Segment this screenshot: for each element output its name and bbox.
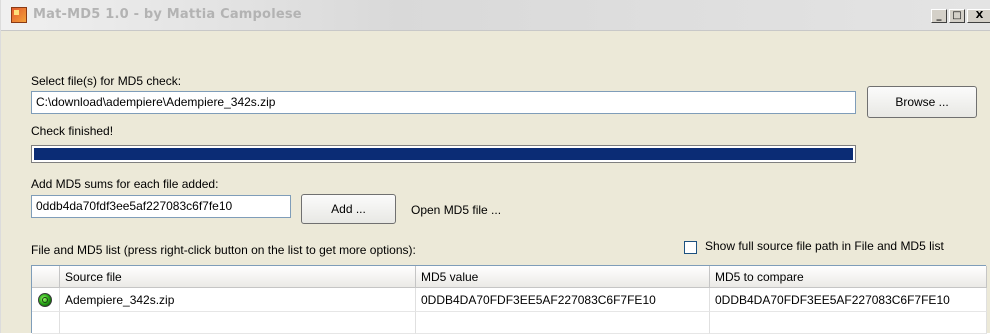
show-full-path-checkbox[interactable] [684,241,697,254]
empty-cell [710,312,987,334]
progress-bar [31,145,856,163]
close-button[interactable]: X [967,9,990,23]
green-ok-icon [38,293,52,307]
column-header-status[interactable] [32,266,60,288]
column-header-md5-compare[interactable]: MD5 to compare [710,266,987,288]
column-header-source-file[interactable]: Source file [60,266,416,288]
empty-cell [416,312,710,334]
status-text: Check finished! [31,124,114,138]
show-full-path-label[interactable]: Show full source file path in File and M… [705,239,944,253]
empty-cell [60,312,416,334]
file-md5-table[interactable]: Source file MD5 value MD5 to compare Ade… [31,265,987,334]
title-bar[interactable]: Mat-MD5 1.0 - by Mattia Campolese _ □ X [1,0,990,31]
file-list-label: File and MD5 list (press right-click but… [31,243,416,257]
progress-fill [34,148,853,160]
md5-compare-cell[interactable]: 0DDB4DA70FDF3EE5AF227083C6F7FE10 [710,288,987,312]
open-md5-file-link[interactable]: Open MD5 file ... [411,203,501,217]
browse-button[interactable]: Browse ... [867,86,977,118]
minimize-button[interactable]: _ [931,9,947,23]
empty-cell [32,312,60,334]
window-title: Mat-MD5 1.0 - by Mattia Campolese [33,7,302,22]
app-window: Mat-MD5 1.0 - by Mattia Campolese _ □ X … [0,0,990,334]
maximize-button[interactable]: □ [949,9,965,23]
select-files-label: Select file(s) for MD5 check: [31,74,182,88]
md5-sum-input[interactable]: 0ddb4da70fdf3ee5af227083c6f7fe10 [31,195,291,218]
app-icon[interactable] [11,7,27,23]
source-file-cell[interactable]: Adempiere_342s.zip [60,288,416,312]
column-header-md5-value[interactable]: MD5 value [416,266,710,288]
row-status-cell [32,288,60,312]
add-button[interactable]: Add ... [301,194,396,224]
md5-value-cell[interactable]: 0DDB4DA70FDF3EE5AF227083C6F7FE10 [416,288,710,312]
file-path-input[interactable]: C:\download\adempiere\Adempiere_342s.zip [31,91,856,114]
add-md5-label: Add MD5 sums for each file added: [31,177,219,191]
